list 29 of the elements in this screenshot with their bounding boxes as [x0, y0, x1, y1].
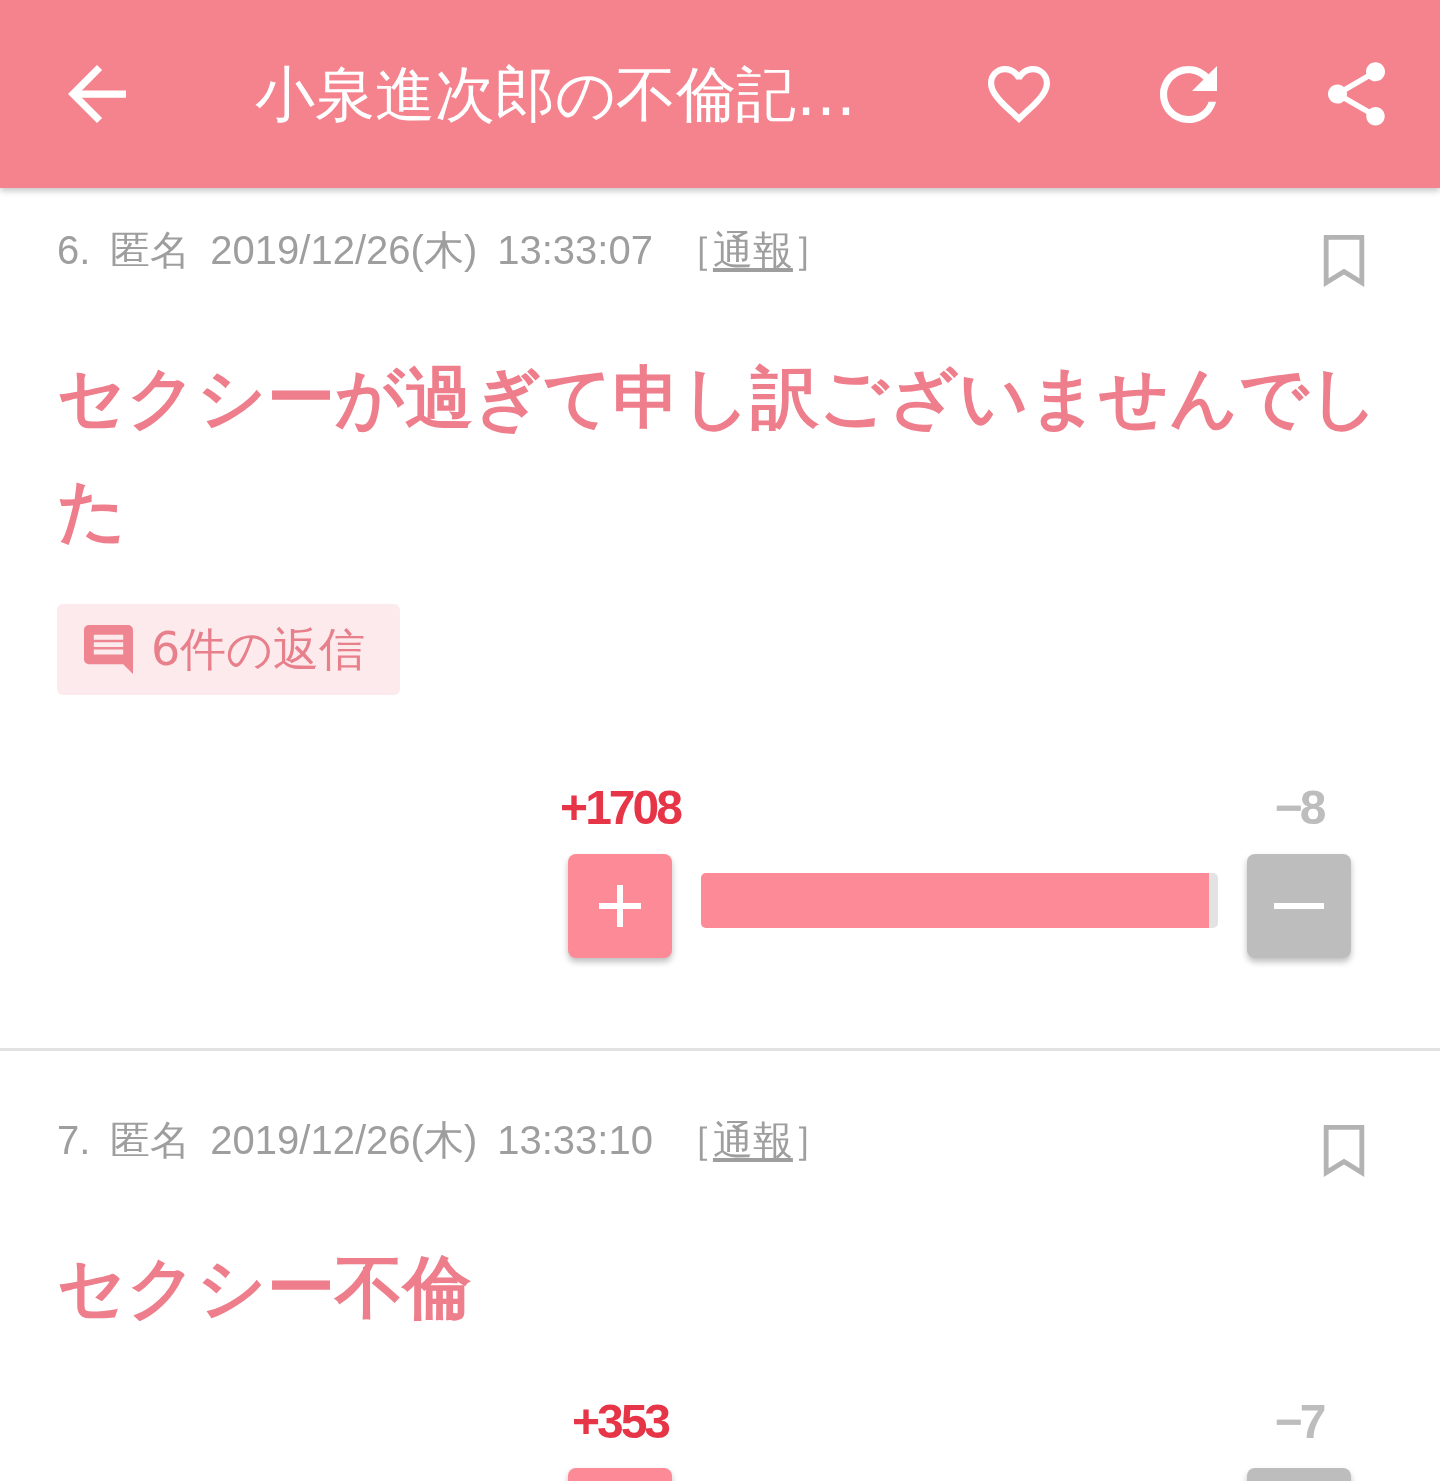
downvote-button[interactable] [1247, 854, 1351, 958]
comment-number: 7. [57, 1117, 91, 1164]
upvote-count: +353 [571, 1394, 669, 1450]
share-icon[interactable] [1328, 62, 1385, 126]
comment-number: 6. [57, 227, 91, 274]
downvote-count: −7 [1274, 1394, 1324, 1450]
post-date: 2019/12/26(木) [210, 1117, 478, 1164]
minus-icon [1274, 903, 1324, 909]
bookmark-icon[interactable] [1323, 1125, 1365, 1177]
upvote-count: +1708 [560, 780, 680, 836]
post-date: 2019/12/26(木) [210, 227, 478, 274]
refresh-icon[interactable] [1160, 65, 1217, 123]
comment-text: セクシーが過ぎて申し訳ございませんでした [57, 357, 1380, 552]
downvote-count: −8 [1274, 780, 1324, 836]
replies-button[interactable]: 6件の返信 [57, 604, 400, 695]
author-name: 匿名 [110, 227, 191, 274]
heart-icon[interactable] [988, 65, 1050, 123]
page-title: 小泉進次郎の不倫記… [255, 58, 857, 131]
post-time: 13:33:10 [497, 1117, 653, 1164]
report-link[interactable]: ［通報］ [672, 222, 833, 278]
upvote-button[interactable] [568, 854, 672, 958]
post-time: 13:33:07 [497, 227, 653, 274]
author-name: 匿名 [110, 1117, 191, 1164]
comment-text: セクシー不倫 [57, 1247, 472, 1329]
comment-icon [84, 625, 133, 674]
report-link[interactable]: ［通報］ [672, 1112, 833, 1168]
back-arrow-icon[interactable] [68, 65, 126, 123]
plus-icon [599, 885, 641, 927]
bookmark-icon[interactable] [1323, 235, 1365, 287]
